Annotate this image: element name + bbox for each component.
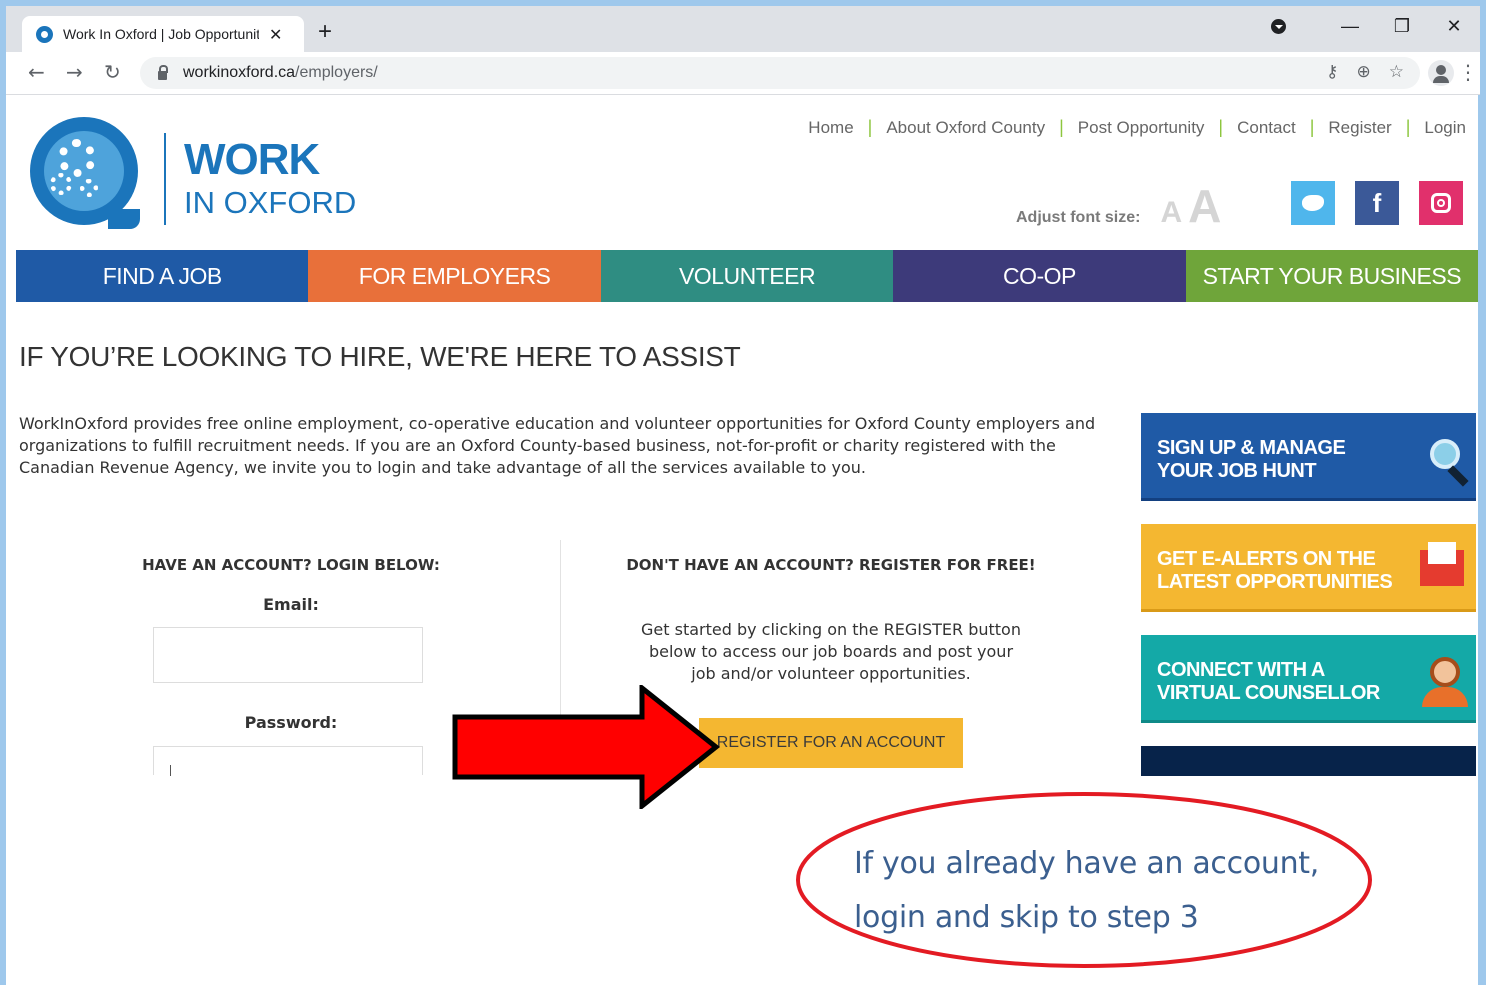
forward-arrow-icon[interactable]: →: [66, 60, 83, 84]
main-navigation: FIND A JOB FOR EMPLOYERS VOLUNTEER CO-OP…: [16, 250, 1479, 302]
register-account-button[interactable]: REGISTER FOR AN ACCOUNT: [699, 718, 963, 768]
password-field[interactable]: [153, 746, 423, 776]
font-size-control: Adjust font size: A A: [1016, 179, 1221, 233]
topnav-login[interactable]: Login: [1424, 118, 1466, 138]
site-logo[interactable]: WORK IN OXFORD: [30, 117, 370, 229]
browser-profile-icon[interactable]: [1271, 19, 1286, 34]
nav-volunteer[interactable]: VOLUNTEER: [600, 250, 894, 302]
url-text[interactable]: workinoxford.ca/employers/: [183, 64, 378, 82]
topnav-home[interactable]: Home: [808, 118, 853, 138]
window-controls: — ❐ ✕: [1271, 16, 1480, 37]
address-bar[interactable]: workinoxford.ca/employers/ ⚷ ⊕ ☆: [140, 57, 1420, 89]
note-line2: login and skip to step 3: [854, 900, 1199, 935]
note-line1: If you already have an account,: [854, 846, 1320, 881]
topnav-register[interactable]: Register: [1328, 118, 1391, 138]
facebook-icon[interactable]: f: [1355, 181, 1399, 225]
page-title: IF YOU’RE LOOKING TO HIRE, WE'RE HERE TO…: [19, 341, 741, 372]
card-line2: YOUR JOB HUNT: [1157, 460, 1317, 482]
e-alerts-card[interactable]: GET E-ALERTS ON THE LATEST OPPORTUNITIES: [1141, 524, 1476, 612]
twitter-icon[interactable]: [1291, 181, 1335, 225]
url-domain: workinoxford.ca: [183, 64, 296, 81]
tab-title: Work In Oxford | Job Opportuniti: [63, 26, 259, 42]
password-label: Password:: [244, 713, 338, 732]
new-tab-button[interactable]: +: [318, 20, 332, 44]
signup-manage-card[interactable]: SIGN UP & MANAGE YOUR JOB HUNT: [1141, 413, 1476, 501]
topnav-about[interactable]: About Oxford County: [886, 118, 1045, 138]
star-bookmark-icon[interactable]: ☆: [1389, 62, 1404, 82]
counsellor-icon: [1422, 657, 1468, 707]
url-path: /employers/: [295, 64, 378, 81]
magnifier-icon: [1430, 439, 1460, 469]
font-size-label: Adjust font size:: [1016, 209, 1141, 226]
top-navigation: Home | About Oxford County | Post Opportun…: [808, 117, 1466, 138]
virtual-counsellor-card[interactable]: CONNECT WITH A VIRTUAL COUNSELLOR: [1141, 635, 1476, 723]
nav-start-your-business[interactable]: START YOUR BUSINESS: [1185, 250, 1479, 302]
font-larger-button[interactable]: A: [1188, 179, 1221, 233]
key-icon[interactable]: ⚷: [1326, 62, 1338, 82]
address-bar-actions: ⚷ ⊕ ☆: [1326, 62, 1404, 82]
back-arrow-icon[interactable]: ←: [28, 60, 45, 84]
register-description: Get started by clicking on the REGISTER …: [641, 620, 1021, 683]
nav-co-op[interactable]: CO-OP: [893, 250, 1186, 302]
browser-tab-bar: Work In Oxford | Job Opportuniti ✕ + — ❐…: [6, 6, 1480, 52]
nav-find-a-job[interactable]: FIND A JOB: [16, 250, 309, 302]
sidebar-card-partial[interactable]: [1141, 746, 1476, 776]
lock-icon: [158, 64, 168, 80]
email-label: Email:: [263, 595, 319, 614]
register-heading: DON'T HAVE AN ACCOUNT? REGISTER FOR FREE…: [626, 556, 1036, 574]
close-window-button[interactable]: ✕: [1428, 16, 1480, 37]
reload-icon[interactable]: ↻: [104, 60, 121, 84]
red-arrow-annotation: [452, 685, 721, 809]
minimize-button[interactable]: —: [1324, 16, 1376, 37]
restore-button[interactable]: ❐: [1376, 16, 1428, 37]
login-heading: HAVE AN ACCOUNT? LOGIN BELOW:: [142, 556, 440, 574]
email-field[interactable]: [153, 627, 423, 683]
website: WORK IN OXFORD Home | About Oxford County…: [6, 95, 1479, 985]
facebook-glyph: f: [1372, 187, 1382, 218]
intro-paragraph: WorkInOxford provides free online employ…: [19, 414, 1096, 477]
site-favicon-icon: [36, 25, 53, 43]
zoom-icon[interactable]: ⊕: [1357, 62, 1371, 82]
browser-toolbar: ← → ↻ workinoxford.ca/employers/ ⚷ ⊕ ☆ ⋮: [6, 52, 1480, 95]
font-smaller-button[interactable]: A: [1160, 196, 1182, 230]
account-avatar-icon[interactable]: [1428, 60, 1454, 86]
browser-tab[interactable]: Work In Oxford | Job Opportuniti ✕: [22, 16, 304, 52]
envelope-icon: [1420, 542, 1464, 586]
card-line1: CONNECT WITH A: [1157, 659, 1325, 681]
card-line1: SIGN UP & MANAGE: [1157, 437, 1346, 459]
instagram-icon[interactable]: [1419, 181, 1463, 225]
close-tab-icon[interactable]: ✕: [269, 25, 282, 44]
annotation-note: If you already have an account, login an…: [854, 837, 1319, 945]
topnav-post-opportunity[interactable]: Post Opportunity: [1078, 118, 1205, 138]
browser-menu-icon[interactable]: ⋮: [1458, 60, 1478, 84]
topnav-contact[interactable]: Contact: [1237, 118, 1296, 138]
logo-work-text: WORK: [184, 135, 320, 184]
logo-oxford-text: IN OXFORD: [184, 185, 357, 220]
nav-for-employers[interactable]: FOR EMPLOYERS: [308, 250, 601, 302]
